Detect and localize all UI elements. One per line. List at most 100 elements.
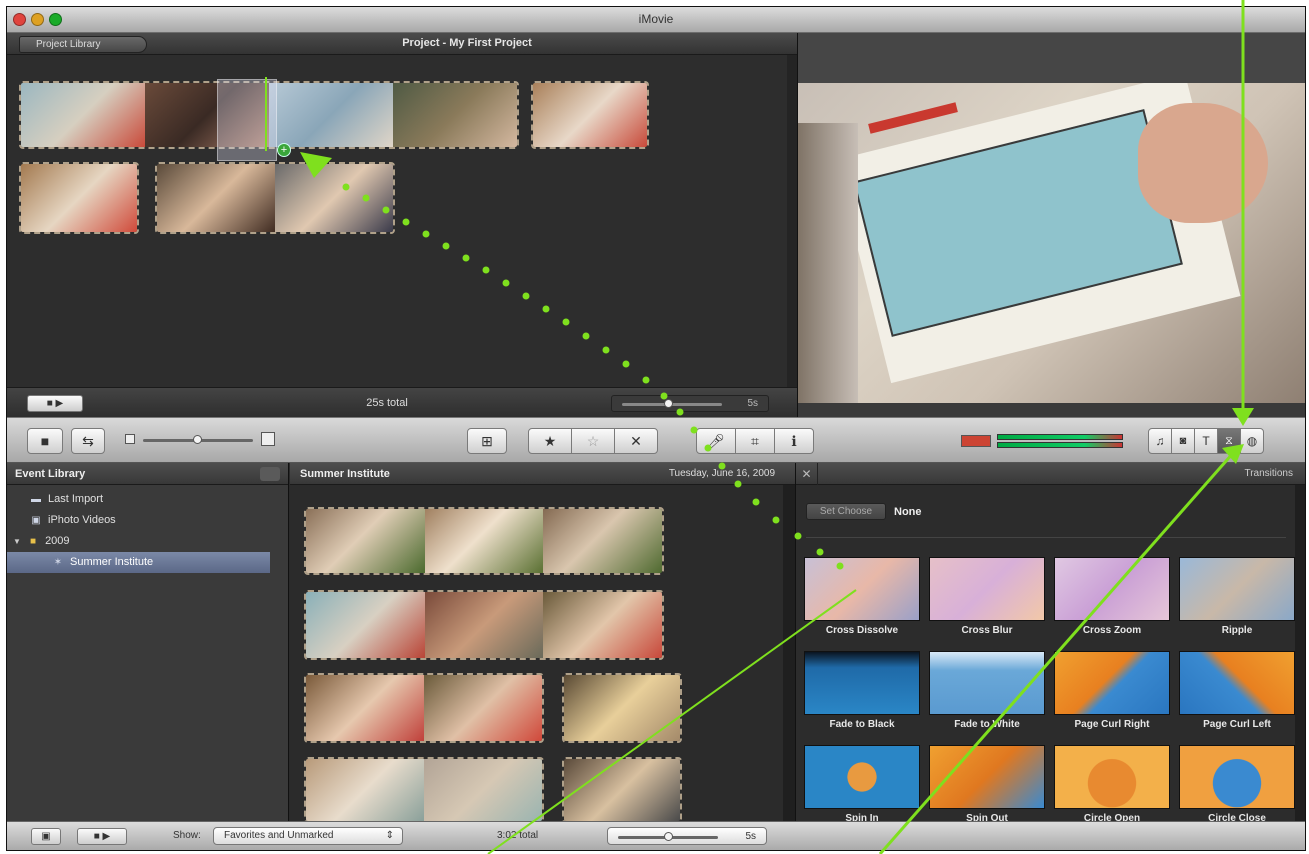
photo-camera-icon[interactable]: ◙ [1171,428,1195,454]
transition-thumb [804,745,920,809]
event-clip[interactable] [304,507,664,575]
transition-label: Fade to Black [829,719,895,730]
insertion-marker [265,77,267,151]
transition-thumb [929,651,1045,715]
show-filter-select[interactable]: Favorites and Unmarked ⇕ [213,827,403,845]
transition-circle-close[interactable]: Circle Close [1179,745,1295,824]
event-library-title: Event Library [15,468,86,480]
inspector-info-icon[interactable]: ℹ [774,428,814,454]
play-fullscreen-button[interactable]: ▣ [31,828,61,845]
unmark-star-icon[interactable]: ☆ [571,428,615,454]
project-scrollbar[interactable] [787,55,797,387]
folder-icon: ■ [30,536,37,547]
event-date: Tuesday, June 16, 2009 [668,468,775,479]
show-filter-value: Favorites and Unmarked [224,830,334,841]
project-clip[interactable] [19,162,139,234]
thumbnail-size-slider-knob[interactable] [193,435,202,444]
transition-thumb [1179,651,1295,715]
event-total-duration: 3:02 total [497,830,539,841]
swap-events-projects-button[interactable]: ⇆ [71,428,105,454]
transition-thumb [1179,745,1295,809]
event-item-iphoto-videos[interactable]: ▣ iPhoto Videos [7,510,288,531]
film-icon: ▬ [31,494,41,505]
transition-fade-to-black[interactable]: Fade to Black [804,651,920,730]
reject-x-icon[interactable]: ✕ [614,428,658,454]
chevron-updown-icon: ⇕ [385,830,394,841]
crop-icon[interactable]: ⌗ [735,428,775,454]
event-item-label: 2009 [45,535,70,547]
audio-meter-left [997,434,1123,440]
transitions-scrollbar[interactable] [1295,485,1305,823]
project-play-buttons[interactable]: ■ ▶ [27,395,83,412]
transition-fade-to-white[interactable]: Fade to White [929,651,1045,730]
transition-label: Fade to White [954,719,1020,730]
viewer-fur [798,123,858,403]
project-duration-label: 5s [747,398,758,409]
transitions-title: Transitions [1244,468,1293,479]
main-toolbar: ■ ⇆ ⊞ ★ ☆ ✕ 🎤︎ ⌗ ℹ ♫ ◙ T ⧖ ◍ [7,417,1305,463]
music-note-icon[interactable]: ♫ [1148,428,1172,454]
transition-label: Ripple [1221,625,1253,636]
project-footer: ■ ▶ 25s total 5s [7,387,797,417]
voiceover-mic-icon[interactable]: 🎤︎ [696,428,736,454]
event-title: Summer Institute [300,468,390,480]
transitions-icon[interactable]: ⧖ [1217,428,1241,454]
disclosure-triangle-icon[interactable]: ▼ [13,531,23,552]
eject-icon[interactable] [260,467,280,481]
event-item-summer-institute[interactable]: ✶ Summer Institute [7,552,270,573]
transition-page-curl-left[interactable]: Page Curl Left [1179,651,1295,730]
favorite-star-icon[interactable]: ★ [528,428,572,454]
drag-ghost-clip [217,79,277,161]
transition-spin-in[interactable]: Spin In [804,745,920,824]
add-to-project-button[interactable]: ⊞ [467,428,507,454]
project-title: Project - My First Project [402,37,532,49]
event-item-2009[interactable]: ▼ ■ 2009 [7,531,288,552]
transition-ripple[interactable]: Ripple [1179,557,1295,636]
transition-cross-blur[interactable]: Cross Blur [929,557,1045,636]
transition-label: Page Curl Left [1203,719,1271,730]
event-clip[interactable] [562,757,682,823]
show-label: Show: [173,830,201,841]
bottom-bar: ▣ ■ ▶ Show: Favorites and Unmarked ⇕ 3:0… [7,821,1305,850]
camera-import-button[interactable]: ■ [27,428,63,454]
project-clip[interactable] [531,81,649,149]
event-library-pane: Event Library ▬ Last Import ▣ iPhoto Video… [7,463,289,823]
transition-spin-out[interactable]: Spin Out [929,745,1045,824]
transition-label: Cross Zoom [1082,625,1142,636]
event-clip[interactable] [304,673,544,743]
title-t-icon[interactable]: T [1194,428,1218,454]
transition-label: Cross Blur [961,625,1013,636]
project-pane: Project Library Project - My First Proje… [7,33,797,417]
transition-thumb [1054,557,1170,621]
event-zoom-slider[interactable]: 5s [607,827,767,845]
project-zoom-slider[interactable]: 5s [611,395,769,412]
globe-map-icon[interactable]: ◍ [1240,428,1264,454]
transition-thumb [1179,557,1295,621]
event-item-label: Summer Institute [70,556,154,568]
transitions-pane: ✕ Transitions Set Choose None Cross Diss… [795,463,1305,824]
transition-circle-open[interactable]: Circle Open [1054,745,1170,824]
rating-segment: ★ ☆ ✕ [528,428,658,454]
transition-cross-dissolve[interactable]: Cross Dissolve [804,557,920,636]
set-choose-button[interactable]: Set Choose [806,503,886,520]
event-clip[interactable] [304,757,544,823]
event-clip[interactable] [304,590,664,660]
transition-page-curl-right[interactable]: Page Curl Right [1054,651,1170,730]
event-duration-label: 5s [745,831,756,842]
large-thumb-icon [261,432,275,446]
event-clip[interactable] [562,673,682,743]
event-play-buttons[interactable]: ■ ▶ [77,828,127,845]
title-bar: iMovie [7,7,1305,33]
window-title: iMovie [638,12,674,26]
project-clip[interactable] [155,162,395,234]
transition-thumb [804,651,920,715]
event-item-last-import[interactable]: ▬ Last Import [7,489,288,510]
transition-cross-zoom[interactable]: Cross Zoom [1054,557,1170,636]
event-library-header: Event Library [7,463,288,485]
close-icon[interactable]: ✕ [796,463,818,485]
transition-choice-value: None [894,506,922,518]
project-library-button[interactable]: Project Library [19,36,147,53]
transition-label: Page Curl Right [1074,719,1150,730]
small-thumb-icon [125,434,135,444]
event-browser-scrollbar[interactable] [783,485,795,823]
